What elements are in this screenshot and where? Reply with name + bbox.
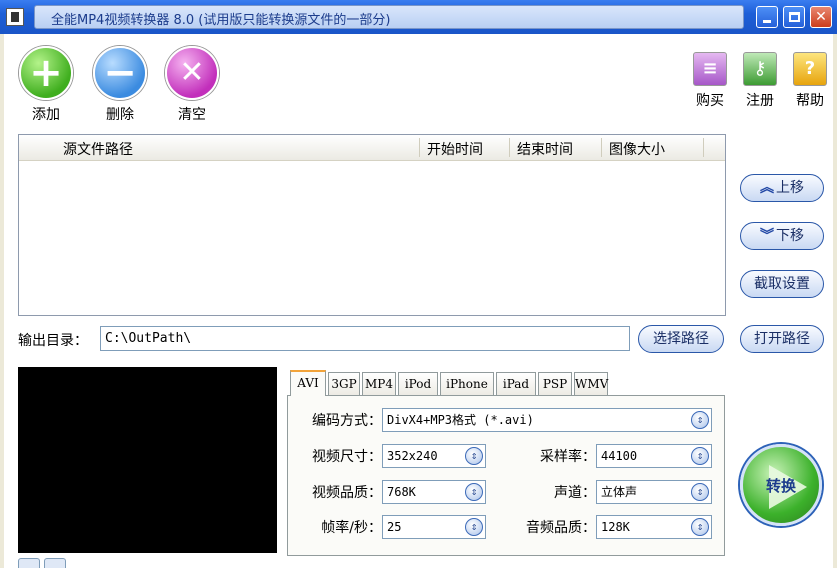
framerate-value: 25 (387, 520, 402, 534)
file-list[interactable]: 源文件路径 开始时间 结束时间 图像大小 (18, 134, 726, 316)
window-title: 全能MP4视频转换器 8.0 (试用版只能转换源文件的一部分) (51, 13, 391, 28)
encoding-label: 编码方式： (312, 413, 382, 429)
browse-path-button[interactable]: 选择路径 (638, 325, 724, 353)
convert-button[interactable]: 转换 (740, 444, 822, 526)
channel-value: 立体声 (601, 485, 638, 499)
title-bar: 全能MP4视频转换器 8.0 (试用版只能转换源文件的一部分) ✕ (0, 0, 837, 34)
channel-select[interactable]: 立体声 (596, 480, 712, 504)
move-up-button[interactable]: ︽ 上移 (740, 174, 824, 202)
encoding-value: DivX4+MP3格式 (*.avi) (387, 413, 534, 427)
video-preview (18, 367, 277, 553)
dropdown-icon[interactable] (465, 483, 483, 501)
double-chevron-down-icon: ︾ (760, 228, 774, 244)
column-source-path[interactable]: 源文件路径 (63, 139, 133, 159)
audio-quality-label: 音频品质： (526, 520, 596, 536)
register-button[interactable]: ⚷ 注册 (738, 52, 782, 110)
move-up-label: 上移 (776, 180, 804, 196)
dropdown-icon[interactable] (691, 518, 709, 536)
tab-psp[interactable]: PSP (538, 372, 572, 396)
help-label: 帮助 (796, 93, 824, 109)
tab-iphone[interactable]: iPhone (440, 372, 494, 396)
tab-ipod[interactable]: iPod (398, 372, 438, 396)
app-icon[interactable] (6, 8, 24, 26)
delete-button[interactable]: − 删除 (90, 46, 150, 124)
cart-icon: ≡ (693, 52, 727, 86)
settings-panel: 编码方式： DivX4+MP3格式 (*.avi) 视频尺寸： 352x240 … (287, 395, 725, 556)
close-icon: ✕ (815, 9, 827, 25)
output-dir-label: 输出目录： (18, 333, 88, 349)
audio-quality-value: 128K (601, 520, 630, 534)
buy-label: 购买 (696, 93, 724, 109)
plus-icon: + (19, 46, 73, 100)
add-button[interactable]: + 添加 (16, 46, 76, 124)
buy-button[interactable]: ≡ 购买 (688, 52, 732, 110)
sample-rate-label: 采样率： (540, 449, 596, 465)
framerate-label: 帧率/秒： (321, 520, 382, 536)
main-panel: + 添加 − 删除 ✕ 清空 ≡ 购买 ⚷ 注册 ? 帮助 源文件路径 开始时间… (4, 34, 833, 568)
capture-settings-button[interactable]: 截取设置 (740, 270, 824, 298)
tab-mp4[interactable]: MP4 (362, 372, 396, 396)
question-icon: ? (793, 52, 827, 86)
framerate-select[interactable]: 25 (382, 515, 486, 539)
dropdown-icon[interactable] (691, 411, 709, 429)
add-label: 添加 (32, 107, 60, 123)
convert-label: 转换 (765, 477, 796, 495)
title-field: 全能MP4视频转换器 8.0 (试用版只能转换源文件的一部分) (34, 5, 744, 29)
help-button[interactable]: ? 帮助 (788, 52, 832, 110)
minus-icon: − (93, 46, 147, 100)
key-icon: ⚷ (743, 52, 777, 86)
video-size-label: 视频尺寸： (312, 449, 382, 465)
open-path-button[interactable]: 打开路径 (740, 325, 824, 353)
column-image-size[interactable]: 图像大小 (609, 139, 665, 159)
output-path-field[interactable]: C:\OutPath\ (100, 326, 630, 351)
video-quality-select[interactable]: 768K (382, 480, 486, 504)
minimize-button[interactable] (756, 6, 778, 28)
clear-label: 清空 (178, 107, 206, 123)
player-control-button[interactable] (44, 558, 66, 568)
column-start-time[interactable]: 开始时间 (427, 139, 483, 159)
encoding-select[interactable]: DivX4+MP3格式 (*.avi) (382, 408, 712, 432)
channel-label: 声道： (554, 485, 596, 501)
tab-avi[interactable]: AVI (290, 370, 326, 396)
register-label: 注册 (746, 93, 774, 109)
clear-button[interactable]: ✕ 清空 (162, 46, 222, 124)
move-down-button[interactable]: ︾ 下移 (740, 222, 824, 250)
audio-quality-select[interactable]: 128K (596, 515, 712, 539)
maximize-icon (789, 12, 800, 22)
delete-label: 删除 (106, 107, 134, 123)
dropdown-icon[interactable] (691, 483, 709, 501)
close-button[interactable]: ✕ (810, 6, 832, 28)
video-quality-label: 视频品质： (312, 485, 382, 501)
maximize-button[interactable] (783, 6, 805, 28)
video-quality-value: 768K (387, 485, 416, 499)
video-size-value: 352x240 (387, 449, 438, 463)
sample-rate-value: 44100 (601, 449, 638, 463)
tab-wmv[interactable]: WMV (574, 372, 608, 396)
minimize-icon (763, 20, 771, 23)
column-end-time[interactable]: 结束时间 (517, 139, 573, 159)
tab-3gp[interactable]: 3GP (328, 372, 360, 396)
sample-rate-select[interactable]: 44100 (596, 444, 712, 468)
move-down-label: 下移 (776, 228, 804, 244)
dropdown-icon[interactable] (465, 447, 483, 465)
file-list-header: 源文件路径 开始时间 结束时间 图像大小 (19, 135, 725, 161)
player-control-button[interactable] (18, 558, 40, 568)
video-size-select[interactable]: 352x240 (382, 444, 486, 468)
dropdown-icon[interactable] (465, 518, 483, 536)
x-icon: ✕ (165, 46, 219, 100)
dropdown-icon[interactable] (691, 447, 709, 465)
tab-ipad[interactable]: iPad (496, 372, 536, 396)
double-chevron-up-icon: ︽ (760, 180, 774, 196)
